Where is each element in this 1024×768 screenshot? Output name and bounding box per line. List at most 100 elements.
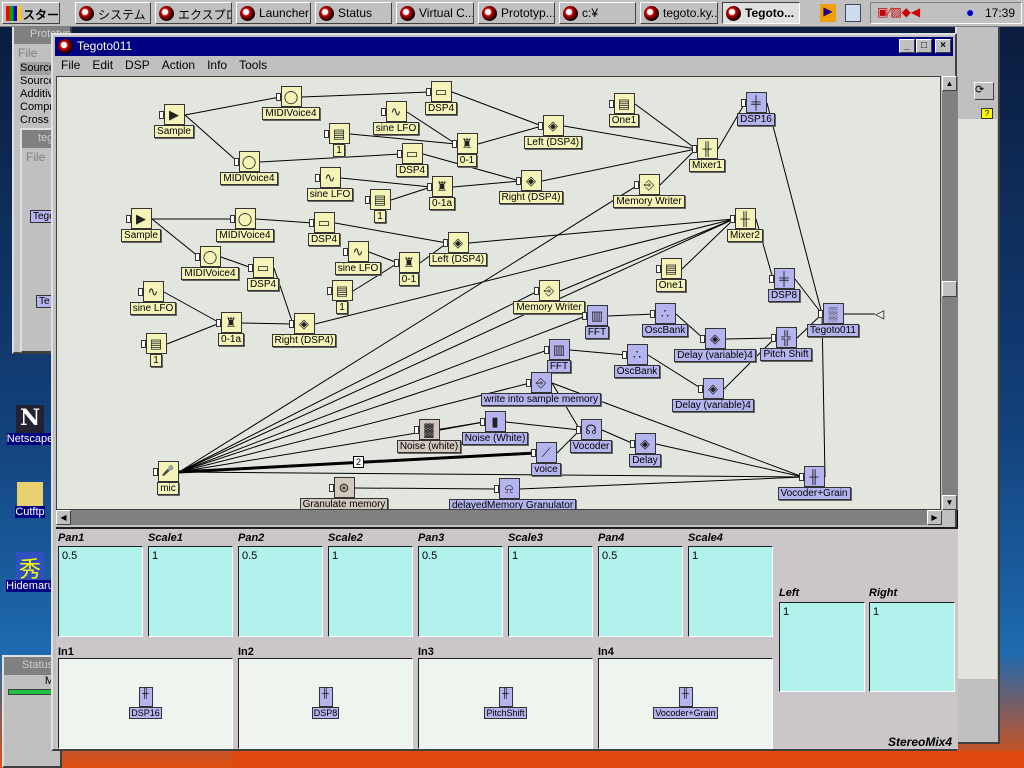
inlet-port[interactable] <box>140 340 146 348</box>
output-left-field[interactable]: 1 <box>779 602 865 692</box>
inlet-port[interactable] <box>581 312 587 320</box>
inlet-port[interactable] <box>152 468 158 476</box>
inlet-port[interactable] <box>425 88 431 96</box>
menu-tools[interactable]: Tools <box>233 57 273 72</box>
inlet-port[interactable] <box>288 320 294 328</box>
inlet-port[interactable] <box>328 484 334 492</box>
inlet-port[interactable] <box>537 122 543 130</box>
inlet-port[interactable] <box>125 215 131 223</box>
inlet-port[interactable] <box>699 335 705 343</box>
param-field[interactable]: 0.5 <box>598 546 683 637</box>
node-dsp8[interactable]: ╪ DSP8 <box>724 268 844 302</box>
taskbar-item[interactable]: Virtual C... <box>396 2 474 24</box>
scroll-right-button[interactable]: ▶ <box>927 510 942 525</box>
node-writeSample[interactable]: ⎆ write into sample memory <box>481 372 601 406</box>
node-midi1a[interactable]: ◯ MIDIVoice4 <box>231 86 351 120</box>
node-delayVarB[interactable]: ◈ Delay (variable)4 <box>653 378 773 412</box>
node-granulate[interactable]: ⊛ Granulate memory <box>284 477 404 509</box>
input-slot[interactable]: ╫ PitchShift <box>418 658 593 749</box>
tray-icon[interactable]: ▣⁄▨◆◀ <box>877 5 920 19</box>
param-field[interactable]: 1 <box>148 546 233 637</box>
inlet-port[interactable] <box>413 426 419 434</box>
node-sineD[interactable]: ∿ sine LFO <box>93 281 213 315</box>
inlet-port[interactable] <box>697 385 703 393</box>
node-noiseWhite[interactable]: ▓ Noise (white) <box>369 419 489 453</box>
inlet-port[interactable] <box>621 351 627 359</box>
param-field[interactable]: 1 <box>688 546 773 637</box>
inlet-port[interactable] <box>194 253 200 261</box>
inlet-port[interactable] <box>655 265 661 273</box>
help-icon[interactable]: ? <box>981 108 993 119</box>
inlet-port[interactable] <box>326 287 332 295</box>
node-sample1[interactable]: ▶ Sample <box>114 104 234 138</box>
input-node[interactable]: ╫ DSP8 <box>239 687 412 719</box>
node-voice[interactable]: ⟋ voice <box>486 442 606 476</box>
title-bar[interactable]: Tegoto011 _ □ × <box>55 37 953 56</box>
param-field[interactable]: 1 <box>328 546 413 637</box>
inlet-port[interactable] <box>525 379 531 387</box>
taskbar-item[interactable]: Prototyp... <box>478 2 555 24</box>
taskbar-item[interactable]: エクスプロ... <box>155 2 232 24</box>
param-field[interactable]: 0.5 <box>418 546 503 637</box>
patch-canvas[interactable]: ▶ Sample ◯ MIDIVoice4 ◯ MIDIVoice4 ▭ DSP4 ∿ sine … <box>56 76 941 510</box>
inlet-port[interactable] <box>229 215 235 223</box>
inlet-port[interactable] <box>380 108 386 116</box>
inlet-port[interactable] <box>691 145 697 153</box>
horizontal-scrollbar[interactable]: ◀ ▶ <box>56 510 942 525</box>
tegoto-window[interactable]: Tegoto011 _ □ × File Edit DSP Action Info Too… <box>51 33 958 751</box>
inlet-port[interactable] <box>158 111 164 119</box>
inlet-port[interactable] <box>493 485 499 493</box>
menu-dsp[interactable]: DSP <box>119 57 156 72</box>
inlet-port[interactable] <box>426 183 432 191</box>
scroll-up-button[interactable]: ▲ <box>942 76 957 91</box>
right-background-window[interactable]: ⟳ ? <box>955 24 1000 744</box>
inlet-port[interactable] <box>530 449 536 457</box>
param-field[interactable]: 0.5 <box>238 546 323 637</box>
inlet-port[interactable] <box>275 93 281 101</box>
inlet-port[interactable] <box>543 346 549 354</box>
inlet-port[interactable] <box>770 334 776 342</box>
node-pitch[interactable]: ╬ Pitch Shift <box>726 327 846 361</box>
input-slot[interactable]: ╫ DSP8 <box>238 658 413 749</box>
inlet-port[interactable] <box>533 287 539 295</box>
node-mixer1[interactable]: ╫ Mixer1 <box>647 138 767 172</box>
start-button[interactable]: スタート <box>2 2 60 24</box>
scroll-thumb[interactable] <box>942 281 957 297</box>
inlet-port[interactable] <box>729 215 735 223</box>
input-slot[interactable]: ╫ DSP16 <box>58 658 233 749</box>
node-mic[interactable]: 🎤 mic <box>108 461 228 495</box>
refresh-icon[interactable]: ⟳ <box>974 82 994 100</box>
taskbar-item[interactable]: Status <box>315 2 392 24</box>
taskbar-item[interactable]: Tegoto... <box>722 2 800 24</box>
scroll-down-button[interactable]: ▼ <box>942 495 957 510</box>
menu-edit[interactable]: Edit <box>86 57 119 72</box>
inlet-port[interactable] <box>308 219 314 227</box>
menu-info[interactable]: Info <box>201 57 233 72</box>
taskbar-item[interactable]: システム ... <box>75 2 151 24</box>
inlet-port[interactable] <box>323 130 329 138</box>
node-one1b[interactable]: ▤ One1 <box>611 258 731 292</box>
scroll-left-button[interactable]: ◀ <box>56 510 71 525</box>
maximize-button[interactable]: □ <box>916 39 932 53</box>
inlet-port[interactable] <box>364 196 370 204</box>
inlet-port[interactable] <box>633 181 639 189</box>
node-mixer2[interactable]: ╫ Mixer2 <box>685 208 805 242</box>
inlet-port[interactable] <box>608 100 614 108</box>
node-one1a[interactable]: ▤ One1 <box>564 93 684 127</box>
taskbar-item[interactable]: tegoto.ky... <box>640 2 718 24</box>
input-node[interactable]: ╫ Vocoder+Grain <box>599 687 772 719</box>
vertical-scrollbar[interactable]: ▲ ▼ <box>942 76 958 510</box>
menu-action[interactable]: Action <box>156 57 201 72</box>
close-button[interactable]: × <box>935 39 951 53</box>
inlet-port[interactable] <box>233 158 239 166</box>
inlet-port[interactable] <box>817 310 823 318</box>
menu-file[interactable]: File <box>55 57 86 72</box>
inlet-port[interactable] <box>515 177 521 185</box>
inlet-port[interactable] <box>768 275 774 283</box>
inlet-port[interactable] <box>314 174 320 182</box>
inlet-port[interactable] <box>798 473 804 481</box>
inlet-port[interactable] <box>342 248 348 256</box>
inlet-port[interactable] <box>442 239 448 247</box>
param-field[interactable]: 1 <box>508 546 593 637</box>
minimize-button[interactable]: _ <box>899 39 915 53</box>
